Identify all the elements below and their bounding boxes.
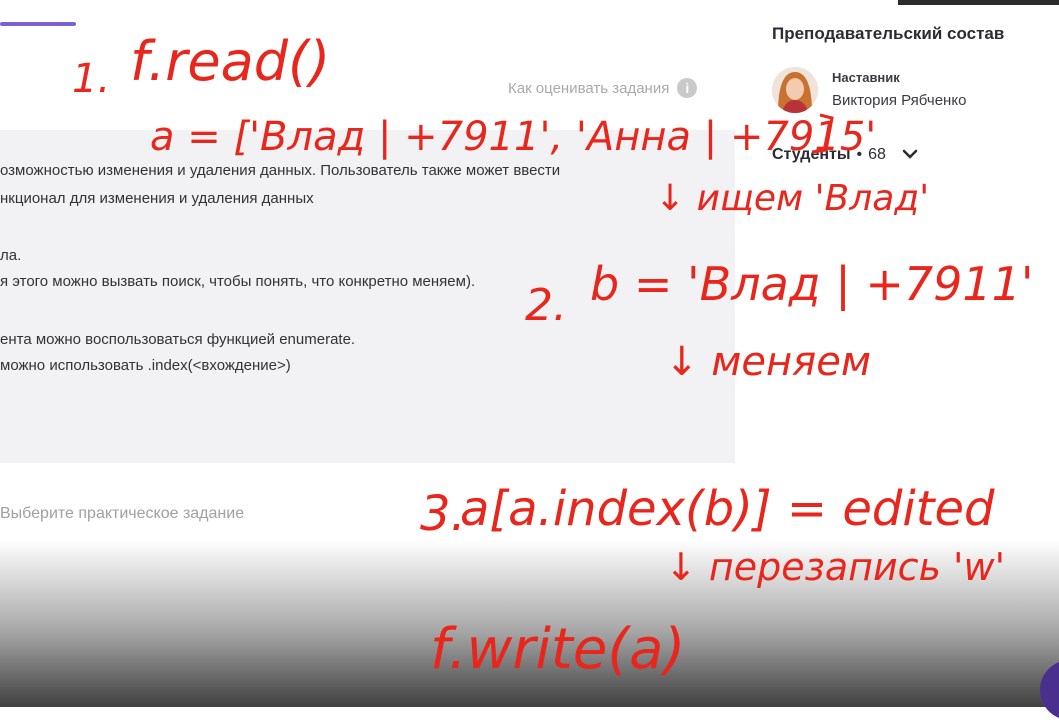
students-label: Студенты xyxy=(772,146,851,163)
task-line: ента можно воспользоваться функцией enum… xyxy=(0,331,356,348)
task-line: нкционал для изменения и удаления данных xyxy=(0,190,314,207)
students-count: 68 xyxy=(868,146,886,163)
info-icon[interactable]: i xyxy=(677,78,698,98)
separator-dot: • xyxy=(856,146,863,163)
how-to-grade-link[interactable]: Как оценивать задания i xyxy=(508,78,698,98)
task-line: озможностью изменения и удаления данных.… xyxy=(0,162,561,179)
students-toggle[interactable]: Студенты • 68 xyxy=(772,146,918,164)
video-bottom-shade xyxy=(0,540,1059,707)
chevron-down-icon[interactable] xyxy=(902,146,918,164)
task-line: я этого можно вызвать поиск, чтобы понят… xyxy=(0,273,476,290)
select-practical-task[interactable]: Выберите практическое задание xyxy=(0,505,244,523)
video-top-strip xyxy=(898,0,1059,5)
how-to-grade-label: Как оценивать задания xyxy=(508,79,670,97)
active-tab-indicator xyxy=(0,22,76,26)
task-line: ла. xyxy=(0,247,22,264)
task-line: можно использовать .index(<вхождение>) xyxy=(0,357,291,374)
mentor-name[interactable]: Виктория Рябченко xyxy=(832,92,966,109)
mentor-role: Наставник xyxy=(832,70,900,85)
avatar[interactable] xyxy=(772,67,818,113)
teachers-title: Преподавательский состав xyxy=(772,24,1005,43)
task-description: озможностью изменения и удаления данных.… xyxy=(0,130,735,463)
